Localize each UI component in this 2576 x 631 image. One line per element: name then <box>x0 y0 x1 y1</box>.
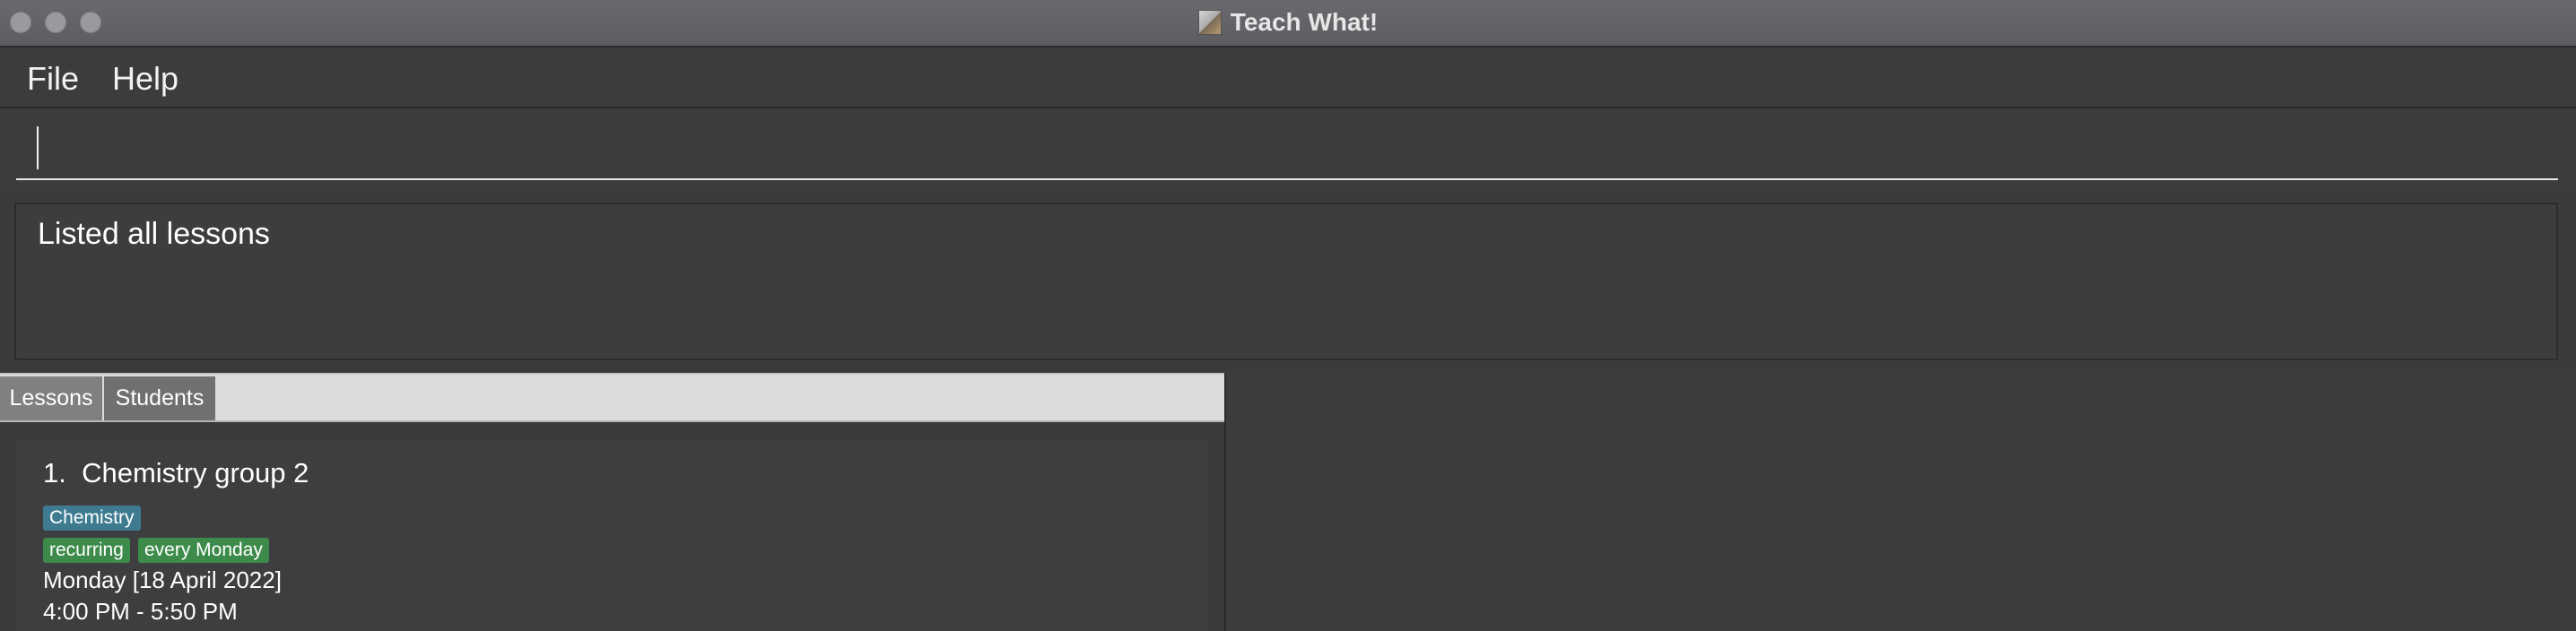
lesson-index: 1. <box>43 457 66 488</box>
command-input[interactable] <box>16 126 2558 180</box>
title-bar[interactable]: Teach What! <box>0 0 2576 48</box>
window-title: Teach What! <box>1230 8 1379 36</box>
lesson-time: 4:00 PM - 5:50 PM <box>43 598 238 625</box>
subject-tag: Chemistry <box>43 506 141 531</box>
lesson-date: Monday [18 April 2022] <box>43 566 282 593</box>
menu-file[interactable]: File <box>27 60 79 98</box>
command-area <box>0 108 2576 191</box>
menu-help[interactable]: Help <box>112 60 178 98</box>
tab-students[interactable]: Students <box>104 376 217 420</box>
result-display: Listed all lessons <box>14 203 2558 360</box>
lesson-card[interactable]: 1. Chemistry group 2 Chemistry recurring… <box>16 439 1207 631</box>
app-icon <box>1197 10 1222 35</box>
list-panel: Lessons Students 1. Chemistry group 2 Ch… <box>0 373 1226 631</box>
app-window: Teach What! File Help Listed all lessons… <box>0 0 2576 631</box>
result-message: Listed all lessons <box>38 217 270 251</box>
menu-bar: File Help <box>0 48 2576 108</box>
lesson-name: Chemistry group 2 <box>82 457 309 488</box>
tab-bar: Lessons Students <box>0 373 1224 422</box>
detail-panel <box>1226 373 2576 631</box>
window-title-wrap: Teach What! <box>0 0 2576 45</box>
text-caret <box>37 126 39 169</box>
lesson-title: 1. Chemistry group 2 <box>43 457 309 489</box>
tab-lessons[interactable]: Lessons <box>0 376 104 420</box>
recurrence-day-tag: every Monday <box>138 538 269 563</box>
recurring-tag: recurring <box>43 538 130 563</box>
